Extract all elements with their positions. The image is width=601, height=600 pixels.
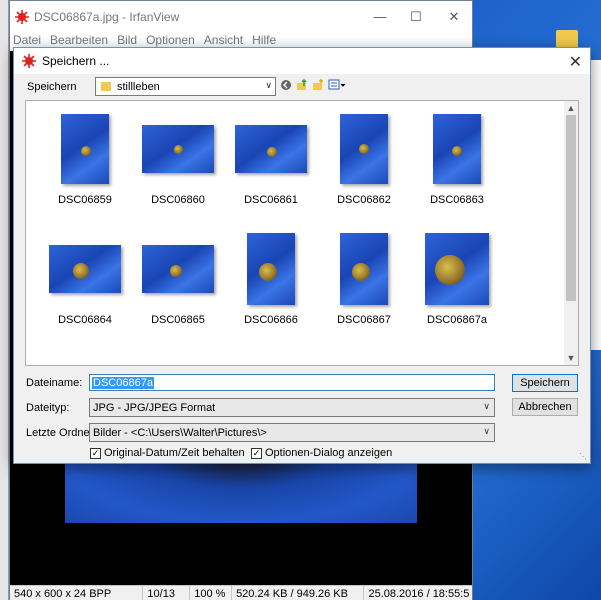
keep-original-date-checkbox[interactable]: ✓ Original-Datum/Zeit behalten (90, 447, 245, 459)
show-options-dialog-label: Optionen-Dialog anzeigen (265, 447, 393, 459)
filename-label: Dateiname: (26, 377, 83, 389)
thumbnail (142, 125, 214, 173)
status-dimensions: 540 x 600 x 24 BPP (10, 586, 144, 600)
list-item[interactable]: DSC06866 (226, 225, 316, 337)
thumbnail (425, 233, 489, 305)
thumbnail (235, 125, 307, 173)
cancel-button[interactable]: Abbrechen (512, 398, 578, 416)
filetype-label: Dateityp: (26, 402, 70, 414)
checkmark-icon: ✓ (251, 447, 262, 459)
filetype-dropdown[interactable]: JPG - JPG/JPEG Format ∨ (89, 398, 495, 417)
chevron-down-icon: ∨ (483, 401, 490, 411)
chevron-down-icon: ∨ (483, 426, 490, 436)
background-window-edge-left (0, 0, 9, 600)
list-item[interactable]: DSC06859 (40, 105, 130, 217)
minimize-icon[interactable]: — (370, 9, 390, 24)
back-icon[interactable] (280, 79, 292, 91)
thumbnail (433, 114, 481, 184)
recent-folders-value: Bilder - <C:\Users\Walter\Pictures\> (93, 426, 267, 439)
save-dialog: Speichern ... ✕ Speichern stillleben ∨ D… (13, 47, 591, 464)
list-item[interactable] (40, 345, 130, 365)
keep-original-date-label: Original-Datum/Zeit behalten (104, 447, 245, 459)
list-item[interactable] (226, 345, 316, 365)
close-icon[interactable]: ✕ (444, 9, 464, 25)
checkmark-icon: ✓ (90, 447, 101, 459)
save-dialog-title: Speichern ... (42, 54, 110, 68)
show-options-dialog-checkbox[interactable]: ✓ Optionen-Dialog anzeigen (251, 447, 392, 459)
list-item[interactable]: DSC06867 (319, 225, 409, 337)
save-button[interactable]: Speichern (512, 374, 578, 392)
file-name: DSC06863 (430, 194, 484, 206)
status-datetime: 25.08.2016 / 18:55:5 (368, 588, 470, 600)
scroll-up-icon[interactable]: ▲ (564, 103, 578, 113)
irfanview-app-icon (21, 53, 37, 69)
status-index: 10/13 (143, 586, 191, 600)
scroll-thumb[interactable] (566, 115, 576, 301)
location-value: stillleben (117, 80, 160, 93)
thumbnail (49, 245, 121, 293)
nav-toolbar (280, 79, 346, 91)
file-name: DSC06862 (337, 194, 391, 206)
list-item[interactable] (133, 345, 223, 365)
thumbnail (61, 114, 109, 184)
list-item[interactable]: DSC06862 (319, 105, 409, 217)
thumbnail (340, 114, 388, 184)
irfanview-app-icon (14, 9, 30, 25)
irfanview-title: DSC06867a.jpg - IrfanView (34, 10, 180, 24)
view-menu-icon[interactable] (328, 79, 346, 91)
list-item[interactable]: DSC06860 (133, 105, 223, 217)
file-name: DSC06865 (151, 314, 205, 326)
irfanview-statusbar: 540 x 600 x 24 BPP 10/13 100 % 520.24 KB… (10, 585, 472, 600)
chevron-down-icon: ∨ (265, 80, 272, 90)
vertical-scrollbar[interactable]: ▲ ▼ (564, 101, 578, 365)
filename-value: DSC06867a (92, 376, 154, 389)
list-item[interactable]: DSC06865 (133, 225, 223, 337)
thumbnail (142, 245, 214, 293)
thumbnail (340, 233, 388, 305)
irfanview-titlebar[interactable]: DSC06867a.jpg - IrfanView — ☐ ✕ (10, 1, 472, 33)
file-name: DSC06867a (427, 314, 487, 326)
file-name: DSC06861 (244, 194, 298, 206)
displayed-image (65, 456, 417, 523)
file-name: DSC06859 (58, 194, 112, 206)
save-dialog-titlebar[interactable]: Speichern ... ✕ (14, 48, 590, 74)
status-zoom: 100 % (190, 586, 233, 600)
status-filesize: 520.24 KB / 949.26 KB (232, 586, 365, 600)
up-folder-icon[interactable] (296, 79, 308, 91)
location-dropdown[interactable]: stillleben ∨ (95, 77, 276, 96)
thumbnail (247, 233, 295, 305)
folder-icon (101, 82, 111, 91)
recent-folders-dropdown[interactable]: Bilder - <C:\Users\Walter\Pictures\> ∨ (89, 423, 495, 442)
save-in-label: Speichern (27, 81, 77, 93)
list-item[interactable]: DSC06863 (412, 105, 502, 217)
close-icon[interactable]: ✕ (569, 52, 582, 72)
recent-folders-label: Letzte Ordner: (26, 427, 97, 439)
new-folder-icon[interactable] (312, 79, 324, 91)
list-item[interactable]: DSC06864 (40, 225, 130, 337)
list-item[interactable]: DSC06867a (412, 225, 502, 337)
filename-input[interactable]: DSC06867a (89, 374, 495, 391)
maximize-icon[interactable]: ☐ (406, 9, 426, 25)
file-name: DSC06866 (244, 314, 298, 326)
file-name: DSC06864 (58, 314, 112, 326)
desktop-folder-icon[interactable] (556, 30, 578, 48)
file-list[interactable]: DSC06859 DSC06860 DSC06861 DSC06862 DSC0… (25, 100, 579, 366)
file-name: DSC06860 (151, 194, 205, 206)
resize-grip-icon[interactable]: ⋱ (579, 452, 588, 461)
file-name: DSC06867 (337, 314, 391, 326)
list-item[interactable]: DSC06861 (226, 105, 316, 217)
filetype-value: JPG - JPG/JPEG Format (93, 401, 216, 414)
scroll-down-icon[interactable]: ▼ (564, 353, 578, 363)
